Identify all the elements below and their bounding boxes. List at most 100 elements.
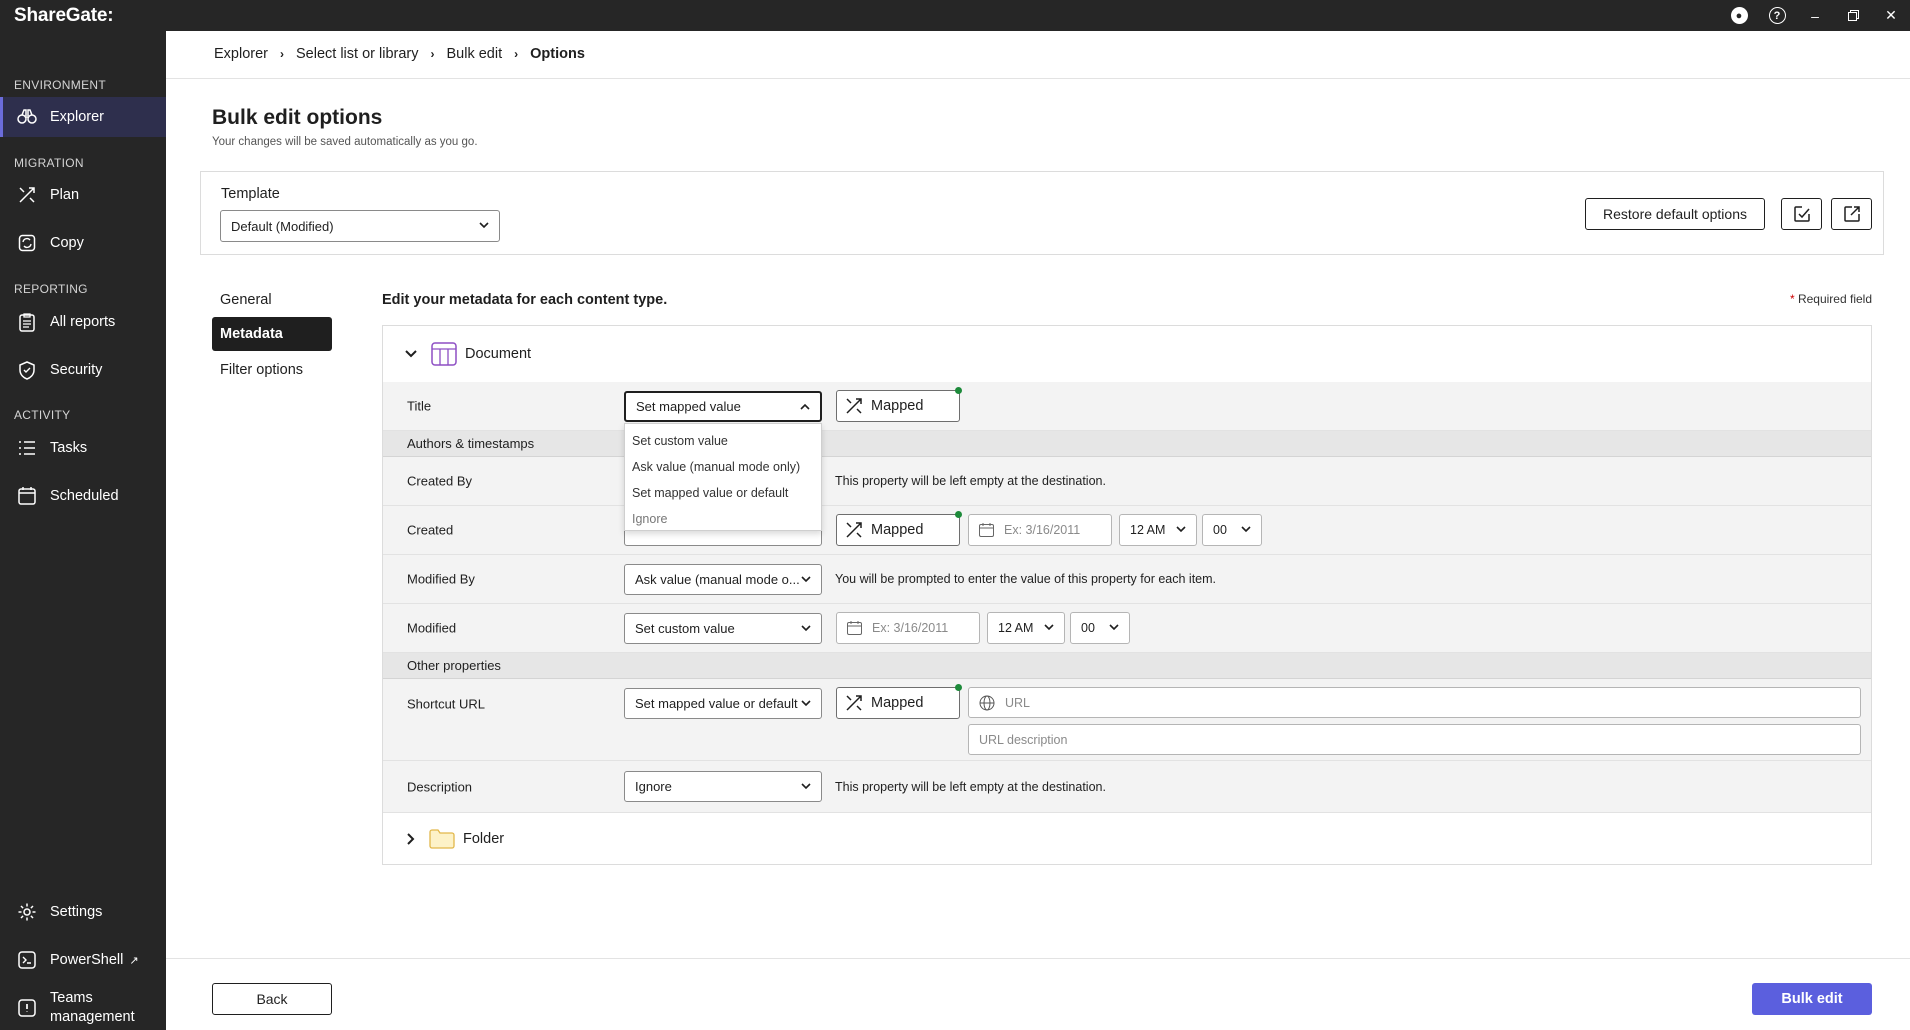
sidebar-item-label: All reports [50,314,116,330]
template-panel: Template Default (Modified) Restore defa… [200,171,1884,255]
title-value-select[interactable]: Set mapped value [624,391,822,422]
template-label: Template [221,186,280,202]
url-description-input[interactable]: URL description [968,724,1861,755]
created-hour-select[interactable]: 12 AM [1119,514,1197,546]
chevron-down-icon [801,699,811,706]
sidebar-item-label: Copy [50,235,84,251]
content-type-document[interactable]: Document [383,326,1871,382]
shortcut-url-select[interactable]: Set mapped value or default [624,688,822,719]
account-icon[interactable]: ● [1720,0,1758,31]
title-bar: ShareGate: ● ? – ✕ [0,0,1910,31]
sidebar-item-teams-management[interactable]: Teams management [0,984,166,1030]
url-input[interactable]: URL [968,687,1861,718]
document-library-icon [431,342,457,366]
mapped-button[interactable]: Mapped [836,684,962,719]
sidebar-item-label: Scheduled [50,488,119,504]
description-select[interactable]: Ignore [624,771,822,802]
help-text: You will be prompted to enter the value … [835,572,1216,586]
copy-icon [16,232,38,254]
modified-by-select[interactable]: Ask value (manual mode o... [624,564,822,595]
sidebar-item-label: Settings [50,904,103,920]
section-reporting: REPORTING [14,282,88,296]
dropdown-option[interactable]: Set mapped value or default [625,480,821,506]
group-other-properties: Other properties [383,653,1871,679]
required-field-label: Required field [1797,292,1872,306]
created-date-input[interactable]: Ex: 3/16/2011 [968,514,1112,546]
sidebar-item-scheduled[interactable]: Scheduled [0,476,166,516]
mapped-button[interactable]: Mapped [836,387,962,422]
row-label: Created [407,522,454,538]
back-button[interactable]: Back [212,983,332,1015]
created-minute-select[interactable]: 00 [1202,514,1262,546]
save-template-button[interactable] [1781,198,1822,230]
help-icon[interactable]: ? [1758,0,1796,31]
row-label: Created By [407,473,473,489]
plan-icon [16,184,38,206]
sidebar-item-label: PowerShell [50,952,124,968]
chevron-right-icon[interactable] [407,833,415,845]
dropdown-option[interactable]: Ask value (manual mode only) [625,454,821,480]
breadcrumb: Explorer › Select list or library › Bulk… [214,46,585,62]
calendar-icon [979,523,994,537]
modified-minute-select[interactable]: 00 [1070,612,1130,644]
row-label: Title [407,398,432,414]
calendar-icon [847,621,862,635]
save-template-icon [1793,206,1810,222]
mapped-button[interactable]: Mapped [836,511,962,546]
sidebar-item-tasks[interactable]: Tasks [0,428,166,468]
breadcrumb-select-list[interactable]: Select list or library [296,46,418,62]
required-field-note: * Required field [1790,292,1872,306]
chevron-right-icon: › [430,47,435,61]
sidebar-item-copy[interactable]: Copy [0,223,166,263]
bulk-edit-button[interactable]: Bulk edit [1752,983,1872,1015]
sidebar-item-explorer[interactable]: Explorer [0,97,166,137]
calendar-icon [16,485,38,507]
mapping-icon [845,397,863,415]
restore-default-button[interactable]: Restore default options [1585,198,1765,230]
sidebar-item-plan[interactable]: Plan [0,175,166,215]
sidebar-item-settings[interactable]: Settings [0,892,166,932]
group-authors-timestamps: Authors & timestamps [383,431,1871,457]
export-template-button[interactable] [1831,198,1872,230]
window-controls: ● ? – ✕ [1720,0,1910,31]
row-shortcut-url: Shortcut URL Set mapped value or default… [383,679,1871,761]
teams-icon [16,997,38,1019]
sidebar-item-security[interactable]: Security [0,350,166,390]
metadata-panel: Document Title Set mapped value Mapped A… [382,325,1872,865]
row-label: Shortcut URL [407,696,486,712]
sidebar-item-all-reports[interactable]: All reports [0,302,166,342]
section-environment: ENVIRONMENT [14,78,106,92]
gear-icon [16,901,38,923]
breadcrumb-bulk-edit[interactable]: Bulk edit [446,46,502,62]
status-dot [955,511,962,518]
minimize-icon[interactable]: – [1796,0,1834,31]
app-logo: ShareGate: [14,4,114,26]
modified-date-input[interactable]: Ex: 3/16/2011 [836,612,980,644]
breadcrumb-explorer[interactable]: Explorer [214,46,268,62]
content-type-folder[interactable]: Folder [383,813,1871,865]
chevron-down-icon [1109,624,1119,631]
dropdown-option[interactable]: Ignore [625,506,821,532]
tab-filter-options[interactable]: Filter options [212,353,332,387]
sidebar-item-powershell[interactable]: PowerShell ↗ [0,940,166,980]
sidebar-item-label: Teams management [50,990,135,1025]
row-label: Modified By [407,571,475,587]
sidebar-item-label: Explorer [50,109,104,125]
chevron-down-icon[interactable] [405,350,417,358]
dropdown-option[interactable]: Set custom value [625,428,821,454]
close-icon[interactable]: ✕ [1872,0,1910,31]
row-created-by: Created By This property will be left em… [383,457,1871,506]
reports-icon [16,311,38,333]
terminal-icon [16,949,38,971]
shield-icon [16,359,38,381]
modified-hour-select[interactable]: 12 AM [987,612,1065,644]
restore-icon[interactable] [1834,0,1872,31]
template-select[interactable]: Default (Modified) [220,210,500,242]
row-created: Created Mapped Ex: 3/16/2011 12 AM 00 [383,506,1871,555]
binoculars-icon [16,106,38,128]
mapping-icon [845,694,863,712]
breadcrumb-options: Options [530,46,585,62]
tab-general[interactable]: General [212,283,332,317]
tab-metadata[interactable]: Metadata [212,317,332,351]
modified-select[interactable]: Set custom value [624,613,822,644]
